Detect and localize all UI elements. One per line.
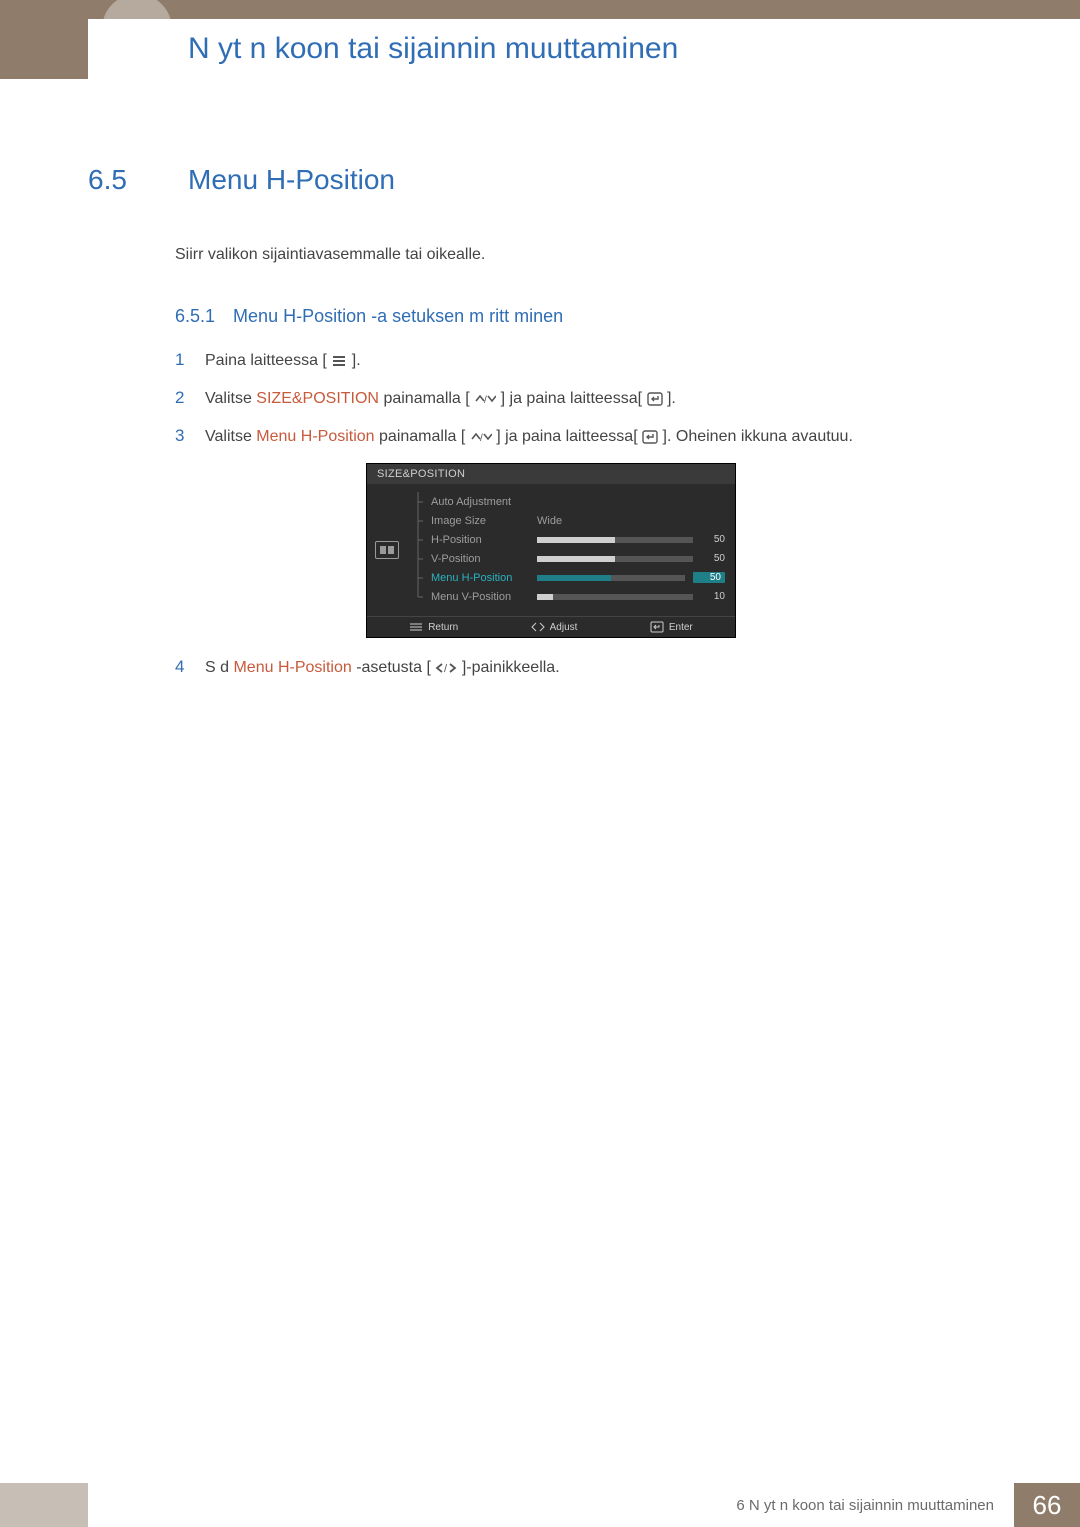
- keyword-menu-h-position: Menu H-Position: [233, 659, 351, 676]
- label: Return: [428, 622, 458, 633]
- left-right-icon: /: [435, 662, 457, 674]
- step-number: 1: [175, 350, 187, 370]
- updown-icon: /: [474, 393, 496, 405]
- osd-screenshot: SIZE&POSITION Auto Adjustment Image Size: [366, 463, 736, 638]
- text: ] ja paina laitteessa[: [496, 428, 637, 445]
- osd-slider: 50: [537, 553, 725, 564]
- step-number: 3: [175, 426, 187, 446]
- enter-icon: [642, 430, 658, 444]
- osd-value: 10: [701, 591, 725, 602]
- osd-label: Auto Adjustment: [431, 496, 531, 508]
- section-number: 6.5: [88, 164, 148, 196]
- section-intro: Siirr valikon sijaintiavasemmalle tai oi…: [175, 246, 1010, 264]
- footer-left-block: [0, 1483, 88, 1527]
- osd-title: SIZE&POSITION: [367, 464, 735, 484]
- osd-label: Menu H-Position: [431, 572, 531, 584]
- step-1: 1 Paina laitteessa [ ].: [175, 349, 1010, 373]
- osd-row-v-position: V-Position 50: [407, 549, 725, 568]
- step-text: Paina laitteessa [ ].: [205, 349, 361, 373]
- step-4: 4 S d Menu H-Position -asetusta [ / ]-pa…: [175, 656, 1010, 680]
- svg-text:/: /: [444, 663, 448, 674]
- step-text: S d Menu H-Position -asetusta [ / ]-pain…: [205, 656, 560, 680]
- text: ] ja paina laitteessa[: [501, 390, 642, 407]
- keyword-menu-h-position: Menu H-Position: [256, 428, 374, 445]
- step-number: 2: [175, 388, 187, 408]
- page-header: N yt n koon tai sijainnin muuttaminen: [0, 0, 1080, 79]
- step-text: Valitse SIZE&POSITION painamalla [ / ] j…: [205, 387, 676, 411]
- osd-slider: 50: [537, 572, 725, 583]
- text: -asetusta [: [356, 659, 431, 676]
- osd-label: H-Position: [431, 534, 531, 546]
- step-2: 2 Valitse SIZE&POSITION painamalla [ / ]…: [175, 387, 1010, 411]
- text: ]-painikkeella.: [462, 659, 560, 676]
- subsection-heading: 6.5.1 Menu H-Position -a setuksen m ritt…: [175, 306, 1010, 327]
- text: Paina laitteessa [: [205, 352, 327, 369]
- section-title: Menu H-Position: [188, 164, 395, 196]
- page-number: 66: [1014, 1483, 1080, 1527]
- osd-slider: 50: [537, 534, 725, 545]
- osd-value: 50: [701, 534, 725, 545]
- text: painamalla [: [379, 428, 465, 445]
- page-footer: 6 N yt n koon tai sijainnin muuttaminen …: [0, 1483, 1080, 1527]
- osd-footer-adjust: Adjust: [531, 621, 578, 633]
- subsection-title: Menu H-Position -a setuksen m ritt minen: [233, 306, 563, 327]
- text: S d: [205, 659, 233, 676]
- header-main: N yt n koon tai sijainnin muuttaminen: [88, 0, 1080, 79]
- enter-icon: [647, 392, 663, 406]
- label: Adjust: [550, 622, 578, 633]
- keyword-size-position: SIZE&POSITION: [256, 390, 379, 407]
- osd-slider: 10: [537, 591, 725, 602]
- osd-row-menu-h-position: Menu H-Position 50: [407, 568, 725, 587]
- osd-footer-return: Return: [409, 621, 458, 633]
- svg-text:/: /: [480, 433, 483, 443]
- subsection-number: 6.5.1: [175, 306, 215, 327]
- osd-label: V-Position: [431, 553, 531, 565]
- text: ].: [667, 390, 676, 407]
- footer-chapter-label: 6 N yt n koon tai sijainnin muuttaminen: [88, 1483, 1014, 1527]
- osd-row-auto: Auto Adjustment: [407, 492, 725, 511]
- osd-footer: Return Adjust Enter: [367, 616, 735, 637]
- enter-icon: [650, 621, 664, 633]
- page-content: 6.5 Menu H-Position Siirr valikon sijain…: [88, 79, 1080, 734]
- text: painamalla [: [383, 390, 469, 407]
- label: Enter: [669, 622, 693, 633]
- header-title-wrap: N yt n koon tai sijainnin muuttaminen: [88, 19, 1080, 79]
- section-heading: 6.5 Menu H-Position: [88, 164, 1010, 196]
- chapter-title: N yt n koon tai sijainnin muuttaminen: [188, 32, 678, 66]
- osd-value: 50: [693, 572, 725, 583]
- step-3: 3 Valitse Menu H-Position painamalla [ /…: [175, 425, 1010, 449]
- osd-row-menu-v-position: Menu V-Position 10: [407, 587, 725, 606]
- menu-icon: [331, 355, 347, 367]
- text: Valitse: [205, 428, 252, 445]
- osd-category-icon: [367, 484, 407, 616]
- text: Valitse: [205, 390, 252, 407]
- text: ].: [352, 352, 361, 369]
- osd-label: Menu V-Position: [431, 591, 531, 603]
- menu-bars-icon: [409, 623, 423, 631]
- text: ]. Oheinen ikkuna avautuu.: [663, 428, 853, 445]
- header-left-strip: [0, 0, 88, 79]
- osd-label: Image Size: [431, 515, 531, 527]
- osd-value: 50: [701, 553, 725, 564]
- left-right-icon: [531, 622, 545, 632]
- osd-row-h-position: H-Position 50: [407, 530, 725, 549]
- osd-footer-enter: Enter: [650, 621, 693, 633]
- svg-text:/: /: [484, 395, 487, 405]
- step-number: 4: [175, 657, 187, 677]
- osd-row-image-size: Image Size Wide: [407, 511, 725, 530]
- osd-value: Wide: [537, 515, 562, 527]
- step-text: Valitse Menu H-Position painamalla [ / ]…: [205, 425, 853, 449]
- left-margin: [0, 79, 88, 734]
- updown-icon: /: [470, 431, 492, 443]
